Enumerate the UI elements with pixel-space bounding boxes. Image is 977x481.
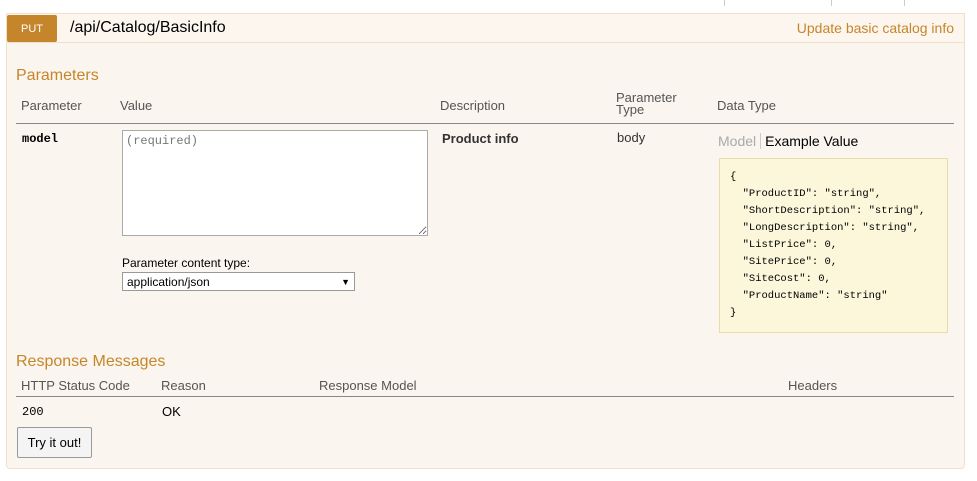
operation-panel: PUT /api/Catalog/BasicInfo Update basic … [6,13,965,469]
dropdown-arrow-icon: ▼ [341,276,350,287]
http-method-badge[interactable]: PUT [7,15,57,42]
divider [724,0,725,6]
tab-model[interactable]: Model [718,133,762,149]
column-header-status-code: HTTP Status Code [21,378,130,393]
column-header-parameter-type-line2: Type [616,102,645,117]
column-header-response-model: Response Model [319,378,417,393]
response-messages-title: Response Messages [16,353,166,370]
tab-example-value[interactable]: Example Value [761,133,858,149]
parameter-content-type-select[interactable]: application/json ▼ [122,272,355,291]
data-type-tabs: Model Example Value [718,133,858,149]
parameter-description: Product info [442,131,519,146]
operation-path[interactable]: /api/Catalog/BasicInfo [70,19,226,37]
parameter-content-type-label: Parameter content type: [122,256,251,270]
operation-heading[interactable]: PUT /api/Catalog/BasicInfo Update basic … [7,14,964,43]
column-header-data-type: Data Type [717,98,777,113]
divider [831,0,832,6]
column-header-parameter-type: Parameter Type [616,91,677,117]
column-header-reason: Reason [161,378,206,393]
responses-header-rule [16,396,954,397]
top-rule [0,0,977,6]
parameter-value-textarea[interactable] [122,130,428,236]
operation-summary[interactable]: Update basic catalog info [797,20,954,36]
divider [904,0,905,6]
parameter-type: body [617,130,646,145]
column-header-description: Description [440,98,506,113]
parameter-content-type-value: application/json [127,274,210,289]
column-header-parameter: Parameter [21,98,82,113]
try-it-out-button[interactable]: Try it out! [17,427,92,458]
column-header-headers: Headers [788,378,838,393]
parameters-title: Parameters [16,67,99,84]
response-reason: OK [162,404,181,419]
column-header-value: Value [120,98,153,113]
parameters-header-rule [16,123,954,124]
example-value-snippet[interactable]: { "ProductID": "string", "ShortDescripti… [719,158,948,333]
parameter-name: model [22,132,59,146]
response-status-code: 200 [22,405,44,419]
